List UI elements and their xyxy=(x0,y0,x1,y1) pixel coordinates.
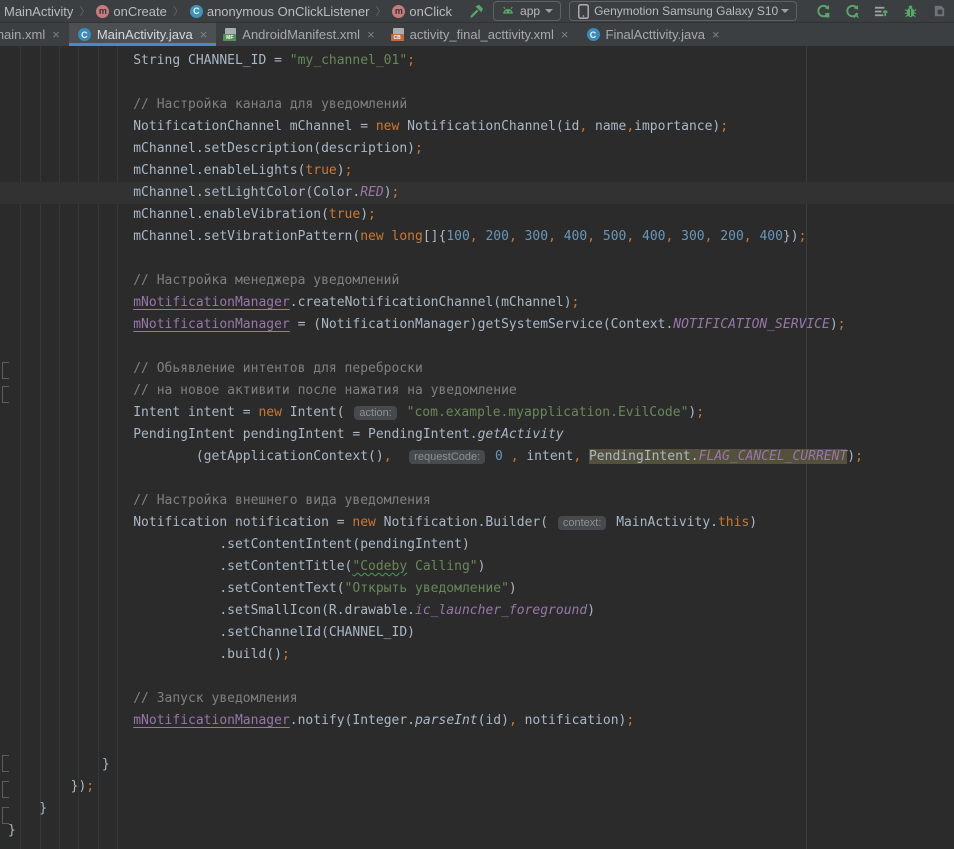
class-file-icon: C xyxy=(78,28,91,41)
code-line[interactable]: mChannel.setVibrationPattern(new long[]{… xyxy=(8,226,954,248)
close-icon[interactable]: × xyxy=(712,28,720,41)
close-icon[interactable]: × xyxy=(52,28,60,41)
breadcrumb-label: anonymous OnClickListener xyxy=(207,4,370,19)
breadcrumb-separator: 〉 xyxy=(173,3,184,19)
apply-code-changes-icon[interactable]: A xyxy=(844,3,861,20)
tab-mainactivity-java[interactable]: C MainActivity.java × xyxy=(69,23,216,46)
android-icon xyxy=(501,4,515,18)
tab-label: activity_final_acttivity.xml xyxy=(410,27,554,42)
profiler-icon[interactable] xyxy=(873,3,890,20)
code-line[interactable]: .setContentIntent(pendingIntent) xyxy=(8,534,954,556)
tab-label: ity_main.xml xyxy=(0,27,45,42)
chevron-down-icon xyxy=(545,9,553,13)
close-icon[interactable]: × xyxy=(367,28,375,41)
code-line[interactable]: // Настройка внешнего вида уведомления xyxy=(8,490,954,512)
code-line[interactable]: mNotificationManager = (NotificationMana… xyxy=(8,314,954,336)
code-line[interactable]: NotificationChannel mChannel = new Notif… xyxy=(8,116,954,138)
breadcrumb: MainActivity〉monCreate〉Canonymous OnClic… xyxy=(0,0,454,22)
breadcrumb-item[interactable]: MainActivity xyxy=(2,4,75,19)
code-line[interactable]: // Обьявление интентов для переброски xyxy=(8,358,954,380)
code-text[interactable]: String CHANNEL_ID = "my_channel_01"; // … xyxy=(0,46,954,842)
svg-text:A: A xyxy=(854,11,860,19)
stop-icon[interactable] xyxy=(931,3,948,20)
code-line[interactable]: PendingIntent pendingIntent = PendingInt… xyxy=(8,424,954,446)
code-line[interactable]: // на новое активити после нажатия на ув… xyxy=(8,380,954,402)
code-editor[interactable]: String CHANNEL_ID = "my_channel_01"; // … xyxy=(0,46,954,849)
code-line[interactable]: // Настройка менеджера уведомлений xyxy=(8,270,954,292)
breadcrumb-label: onClick xyxy=(409,4,452,19)
code-line[interactable] xyxy=(8,72,954,94)
tab-ity-main-xml[interactable]: ity_main.xml × xyxy=(0,23,69,46)
apply-changes-restart-icon[interactable] xyxy=(815,3,832,20)
chevron-down-icon xyxy=(781,9,789,13)
code-line[interactable]: // Настройка канала для уведомлений xyxy=(8,94,954,116)
code-line[interactable] xyxy=(8,732,954,754)
run-actions: A xyxy=(815,3,948,20)
code-line[interactable]: mChannel.setDescription(description); xyxy=(8,138,954,160)
code-line[interactable]: mChannel.setLightColor(Color.RED); xyxy=(0,182,954,204)
code-line[interactable] xyxy=(8,248,954,270)
run-configuration-chooser[interactable]: app xyxy=(493,1,561,21)
code-line[interactable]: .setContentText("Открыть уведомление") xyxy=(8,578,954,600)
code-line[interactable]: mNotificationManager.notify(Integer.pars… xyxy=(8,710,954,732)
breadcrumb-label: MainActivity xyxy=(4,4,73,19)
close-icon[interactable]: × xyxy=(561,28,569,41)
code-line[interactable]: .setContentTitle("Codeby Calling") xyxy=(8,556,954,578)
tab-label: MainActivity.java xyxy=(97,27,193,42)
code-line[interactable]: } xyxy=(8,820,954,842)
class-file-icon: C xyxy=(587,28,600,41)
code-line[interactable]: mNotificationManager.createNotificationC… xyxy=(8,292,954,314)
breadcrumb-item[interactable]: Canonymous OnClickListener xyxy=(188,4,372,19)
code-line[interactable]: }); xyxy=(8,776,954,798)
code-line[interactable]: Notification notification = new Notifica… xyxy=(8,512,954,534)
code-line[interactable] xyxy=(8,666,954,688)
close-icon[interactable]: × xyxy=(200,28,208,41)
code-line[interactable]: // Запуск уведомления xyxy=(8,688,954,710)
manifest-file-icon: MF xyxy=(225,28,236,41)
tab-label: AndroidManifest.xml xyxy=(242,27,360,42)
device-label: Genymotion Samsung Galaxy S10 xyxy=(594,4,778,18)
build-icon[interactable] xyxy=(468,3,485,20)
tab-androidmanifest-xml[interactable]: MF AndroidManifest.xml × xyxy=(216,23,383,46)
debug-icon[interactable] xyxy=(902,3,919,20)
code-line[interactable]: mChannel.enableVibration(true); xyxy=(8,204,954,226)
navigation-bar: MainActivity〉monCreate〉Canonymous OnClic… xyxy=(0,0,954,23)
breadcrumb-label: onCreate xyxy=(113,4,166,19)
method-icon: m xyxy=(392,5,405,18)
run-configuration-label: app xyxy=(520,4,540,18)
tab-activity-final-acttivity-xml[interactable]: CB activity_final_acttivity.xml × xyxy=(384,23,578,46)
run-toolbar: app Genymotion Samsung Galaxy S10 A xyxy=(468,1,954,21)
code-line[interactable] xyxy=(8,336,954,358)
tab-label: FinalActtivity.java xyxy=(606,27,705,42)
code-line[interactable]: mChannel.enableLights(true); xyxy=(8,160,954,182)
phone-icon xyxy=(577,4,589,18)
code-line[interactable] xyxy=(8,468,954,490)
android-studio-window: MainActivity〉monCreate〉Canonymous OnClic… xyxy=(0,0,954,849)
breadcrumb-item[interactable]: m onCreate xyxy=(94,4,168,19)
method-icon: m xyxy=(96,5,109,18)
code-line[interactable]: } xyxy=(8,798,954,820)
breadcrumb-separator: 〉 xyxy=(79,3,90,19)
code-line[interactable]: .setSmallIcon(R.drawable.ic_launcher_for… xyxy=(8,600,954,622)
editor-tabs: ity_main.xml × C MainActivity.java × MF Androi… xyxy=(0,23,954,47)
code-line[interactable]: String CHANNEL_ID = "my_channel_01"; xyxy=(8,50,954,72)
code-line[interactable]: } xyxy=(8,754,954,776)
tab-finalacttivity-java[interactable]: C FinalActtivity.java × xyxy=(578,23,729,46)
anonymous-class-icon: C xyxy=(190,5,203,18)
code-line[interactable]: (getApplicationContext(), requestCode: 0… xyxy=(8,446,954,468)
layout-file-icon: CB xyxy=(393,28,404,41)
code-line[interactable]: .build(); xyxy=(8,644,954,666)
code-line[interactable]: .setChannelId(CHANNEL_ID) xyxy=(8,622,954,644)
breadcrumb-item[interactable]: m onClick xyxy=(390,4,454,19)
device-chooser[interactable]: Genymotion Samsung Galaxy S10 xyxy=(569,1,797,21)
breadcrumb-separator: 〉 xyxy=(375,3,386,19)
code-line[interactable]: Intent intent = new Intent( action: "com… xyxy=(8,402,954,424)
